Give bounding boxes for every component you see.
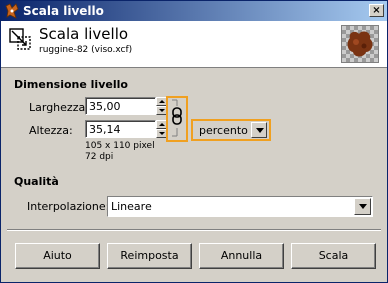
width-label: Larghezza: <box>29 101 89 114</box>
layer-thumbnail-icon <box>341 25 379 63</box>
chevron-down-icon <box>359 204 367 209</box>
unit-dropdown-button[interactable] <box>251 122 267 138</box>
interpolation-combo[interactable]: Lineare <box>107 196 373 217</box>
pixel-size-info: 105 x 110 pixel <box>85 141 155 151</box>
chain-link-icon <box>172 99 182 137</box>
unit-value: percento <box>199 124 248 137</box>
height-label: Altezza: <box>29 124 73 137</box>
cancel-button-label: Annulla <box>220 249 263 262</box>
chain-toggle-button[interactable] <box>166 96 188 142</box>
interpolation-value: Lineare <box>111 200 152 213</box>
cancel-button[interactable]: Annulla <box>199 243 284 269</box>
width-input[interactable]: 35,00 <box>85 97 156 115</box>
dialog-header: Scala livello ruggine-82 (viso.xcf) <box>1 21 387 68</box>
close-icon: × <box>372 5 381 16</box>
height-input[interactable]: 35,14 <box>85 120 156 138</box>
arrow-up-icon <box>159 100 165 103</box>
title-bar[interactable]: Scala livello × <box>1 1 387 21</box>
arrow-down-icon <box>159 109 165 112</box>
help-button[interactable]: Aiuto <box>15 243 100 269</box>
scale-button[interactable]: Scala <box>291 243 376 269</box>
rust-brush-icon <box>347 31 373 57</box>
button-separator <box>7 229 381 231</box>
arrow-up-icon <box>159 123 165 126</box>
close-button[interactable]: × <box>369 4 384 17</box>
interpolation-dropdown-button[interactable] <box>354 198 371 215</box>
scale-button-label: Scala <box>318 249 349 262</box>
scale-layer-icon <box>9 28 31 50</box>
reset-button-label: Reimposta <box>120 249 179 262</box>
gimp-app-icon <box>5 3 19 19</box>
help-button-label: Aiuto <box>43 249 72 262</box>
arrow-down-icon <box>159 132 165 135</box>
header-title: Scala livello <box>39 25 129 43</box>
scale-layer-dialog: Scala livello × Scala livello ruggine-82… <box>0 0 388 283</box>
chevron-down-icon <box>256 128 264 133</box>
reset-button[interactable]: Reimposta <box>107 243 192 269</box>
unit-selector[interactable]: percento <box>191 119 271 141</box>
window-title: Scala livello <box>23 4 104 18</box>
interpolation-label: Interpolazione: <box>27 200 110 213</box>
resolution-info: 72 dpi <box>85 152 114 162</box>
layer-size-section-label: Dimensione livello <box>14 78 128 91</box>
quality-section-label: Qualità <box>14 175 59 188</box>
header-subtitle: ruggine-82 (viso.xcf) <box>39 45 133 55</box>
